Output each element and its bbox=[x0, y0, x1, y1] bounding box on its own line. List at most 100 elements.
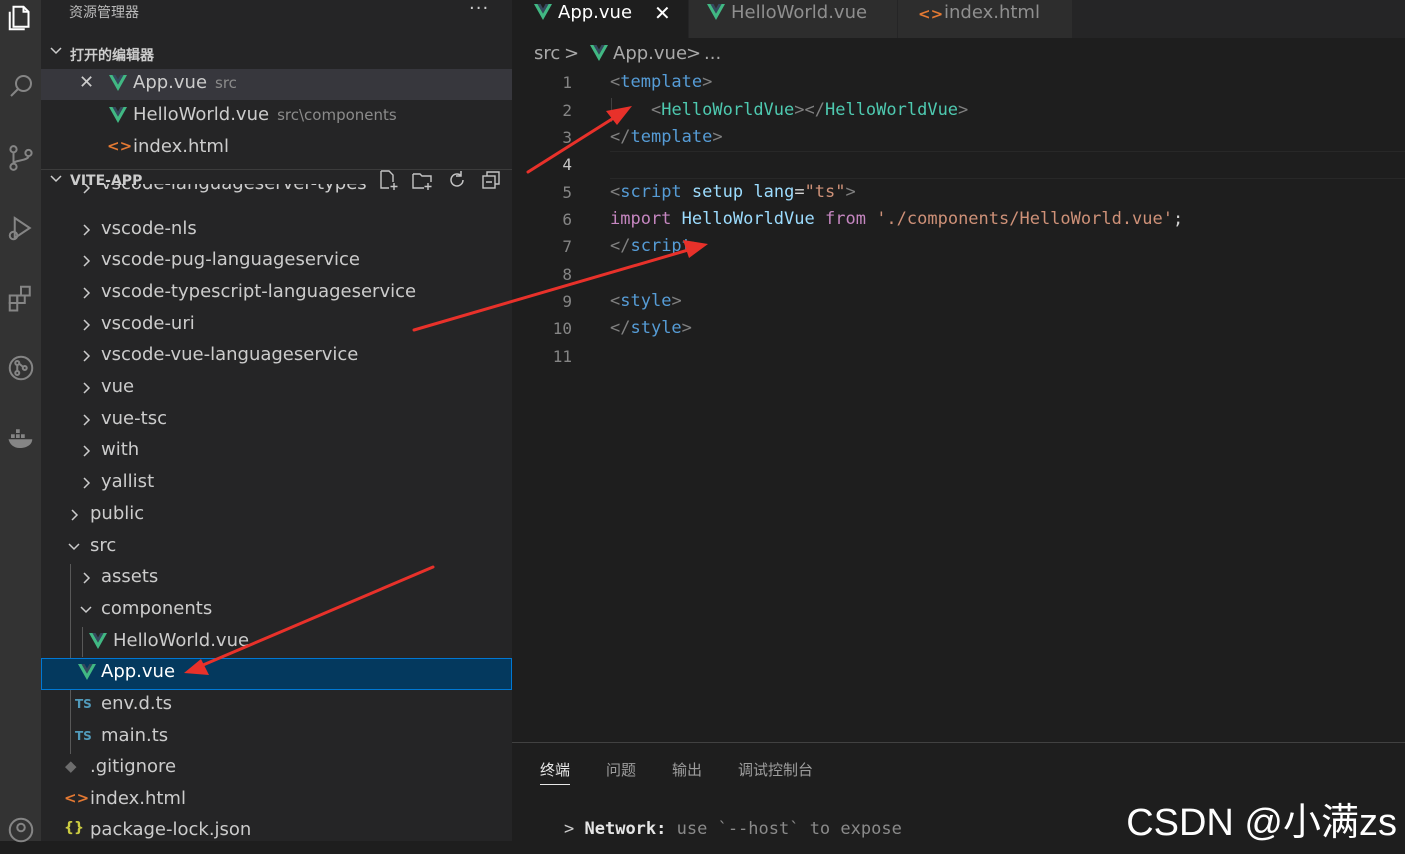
vue-file-icon bbox=[590, 45, 608, 61]
chevron-right-icon bbox=[83, 350, 91, 362]
tree-item-folder[interactable]: yallist bbox=[41, 468, 512, 499]
tree-item-file[interactable]: TS env.d.ts bbox=[41, 690, 512, 721]
code-line: </template> bbox=[610, 127, 723, 147]
typescript-file-icon: TS bbox=[75, 729, 92, 743]
tab-app-vue[interactable]: App.vue ✕ bbox=[512, 0, 688, 38]
tree-item-folder[interactable]: vscode-vue-languageservice bbox=[41, 341, 512, 372]
tree-item-label: src bbox=[90, 535, 117, 556]
chevron-right-icon: > bbox=[564, 43, 580, 64]
terminal-output[interactable]: > Network: use `--host` to expose bbox=[564, 819, 902, 839]
tree-item-folder[interactable]: vscode-nls bbox=[41, 215, 512, 246]
explorer-sidebar: 资源管理器 ··· 打开的编辑器 ✕ App.vue src HelloWorld… bbox=[41, 0, 512, 841]
close-icon[interactable]: ✕ bbox=[79, 72, 94, 93]
open-editor-item[interactable]: ✕ App.vue src bbox=[41, 69, 512, 100]
code-line: <script setup lang="ts"> bbox=[610, 182, 856, 202]
git-graph-icon[interactable] bbox=[0, 344, 41, 392]
tree-item-label: env.d.ts bbox=[101, 693, 173, 714]
source-control-icon[interactable] bbox=[0, 134, 41, 182]
tab-terminal[interactable]: 终端 bbox=[540, 759, 571, 785]
chevron-right-icon: > bbox=[686, 43, 702, 64]
open-editor-name: App.vue bbox=[133, 72, 208, 93]
code-line: <HelloWorldVue></HelloWorldVue> bbox=[650, 100, 969, 120]
open-editor-item[interactable]: <> index.html bbox=[41, 133, 512, 164]
tree-item-folder[interactable]: vscode-typescript-languageservice bbox=[41, 278, 512, 309]
tree-item-file[interactable]: ◆ .gitignore bbox=[41, 753, 512, 784]
vue-file-icon bbox=[707, 4, 725, 20]
code-line: <template> bbox=[610, 72, 713, 92]
open-editor-item[interactable]: HelloWorld.vue src\components bbox=[41, 101, 512, 132]
tree-item-folder[interactable]: src bbox=[41, 532, 512, 563]
tree-item-folder[interactable]: vscode-pug-languageservice bbox=[41, 246, 512, 277]
breadcrumb: src > App.vue > ... bbox=[512, 38, 1405, 68]
open-editor-path: src\components bbox=[277, 106, 397, 124]
tree-item-folder[interactable]: vscode-uri bbox=[41, 310, 512, 341]
tree-item-folder[interactable]: public bbox=[41, 500, 512, 531]
explorer-title: 资源管理器 bbox=[69, 5, 139, 21]
tree-item-label: .gitignore bbox=[90, 756, 177, 777]
html-file-icon: <> bbox=[64, 789, 90, 807]
tree-item-label: vscode-uri bbox=[101, 313, 195, 334]
tree-item-label: main.ts bbox=[101, 725, 169, 746]
tree-item-folder[interactable]: vue-tsc bbox=[41, 405, 512, 436]
tab-helloworld-vue[interactable]: HelloWorld.vue bbox=[689, 0, 897, 38]
breadcrumb-file[interactable]: App.vue bbox=[613, 43, 687, 64]
breadcrumb-more[interactable]: ... bbox=[704, 43, 721, 64]
docker-icon[interactable] bbox=[0, 414, 41, 462]
run-debug-icon[interactable] bbox=[0, 204, 41, 252]
tree-item-folder[interactable]: components bbox=[41, 595, 512, 626]
watermark: CSDN @小满zs bbox=[1126, 802, 1397, 844]
close-icon[interactable]: ✕ bbox=[654, 1, 671, 25]
tree-item-label: vscode-typescript-languageservice bbox=[101, 281, 417, 302]
editor-tabs: App.vue ✕ HelloWorld.vue <> index.html bbox=[512, 0, 1405, 38]
line-number: 9 bbox=[562, 292, 572, 311]
chevron-right-icon bbox=[83, 287, 91, 299]
tab-index-html[interactable]: <> index.html bbox=[898, 0, 1072, 38]
account-icon[interactable] bbox=[0, 806, 41, 854]
line-number: 7 bbox=[562, 237, 572, 256]
tree-item-label: with bbox=[101, 439, 140, 460]
current-line-highlight bbox=[610, 151, 1405, 179]
code-line: import HelloWorldVue from './components/… bbox=[610, 209, 1184, 229]
tab-output[interactable]: 输出 bbox=[672, 759, 702, 780]
tree-item-label: public bbox=[90, 503, 145, 524]
tree-item-file-selected[interactable]: App.vue bbox=[41, 658, 512, 690]
breadcrumb-folder[interactable]: src bbox=[534, 43, 560, 64]
search-icon[interactable] bbox=[0, 62, 41, 110]
tree-item-file[interactable]: <> index.html bbox=[41, 785, 512, 816]
chevron-right-icon bbox=[83, 445, 91, 457]
tree-item-folder[interactable]: vue bbox=[41, 373, 512, 404]
chevron-right-icon bbox=[83, 414, 91, 426]
tree-item-label: vscode-nls bbox=[101, 218, 197, 239]
chevron-right-icon bbox=[83, 572, 91, 584]
chevron-right-icon bbox=[83, 477, 91, 489]
tree-item-label: vscode-vue-languageservice bbox=[101, 344, 359, 365]
tab-debug-console[interactable]: 调试控制台 bbox=[738, 759, 813, 780]
chevron-right-icon bbox=[71, 509, 79, 521]
tree-item-folder[interactable]: with bbox=[41, 436, 512, 467]
extensions-icon[interactable] bbox=[0, 274, 41, 322]
tree-item-file[interactable]: HelloWorld.vue bbox=[41, 627, 512, 658]
chevron-down-icon bbox=[68, 543, 80, 551]
tab-label: App.vue bbox=[558, 2, 633, 23]
vue-file-icon bbox=[89, 633, 107, 649]
line-number: 6 bbox=[562, 210, 572, 229]
open-editors-header[interactable]: 打开的编辑器 bbox=[41, 42, 512, 68]
chevron-right-icon bbox=[83, 382, 91, 394]
code-line: </script> bbox=[610, 236, 703, 256]
chevron-right-icon bbox=[83, 255, 91, 267]
tab-problems[interactable]: 问题 bbox=[606, 759, 636, 780]
line-number: 3 bbox=[562, 128, 572, 147]
more-actions-icon[interactable]: ··· bbox=[469, 0, 489, 19]
tab-label: index.html bbox=[944, 2, 1040, 23]
tree-item-file[interactable]: TS main.ts bbox=[41, 722, 512, 753]
line-number: 10 bbox=[552, 319, 572, 338]
files-icon[interactable] bbox=[0, 0, 41, 42]
tree-item-label: App.vue bbox=[101, 661, 176, 682]
tree-item-file[interactable]: {} package-lock.json bbox=[41, 816, 512, 841]
code-editor[interactable]: 1 2 3 4 5 6 7 8 9 10 11 <template> <Hell… bbox=[512, 68, 1405, 742]
line-number: 8 bbox=[562, 265, 572, 284]
open-editor-name: HelloWorld.vue bbox=[133, 104, 270, 125]
tree-item-folder[interactable]: vscode-languageserver-types bbox=[41, 184, 512, 202]
tree-item-folder[interactable]: assets bbox=[41, 563, 512, 594]
line-number: 11 bbox=[552, 347, 572, 366]
